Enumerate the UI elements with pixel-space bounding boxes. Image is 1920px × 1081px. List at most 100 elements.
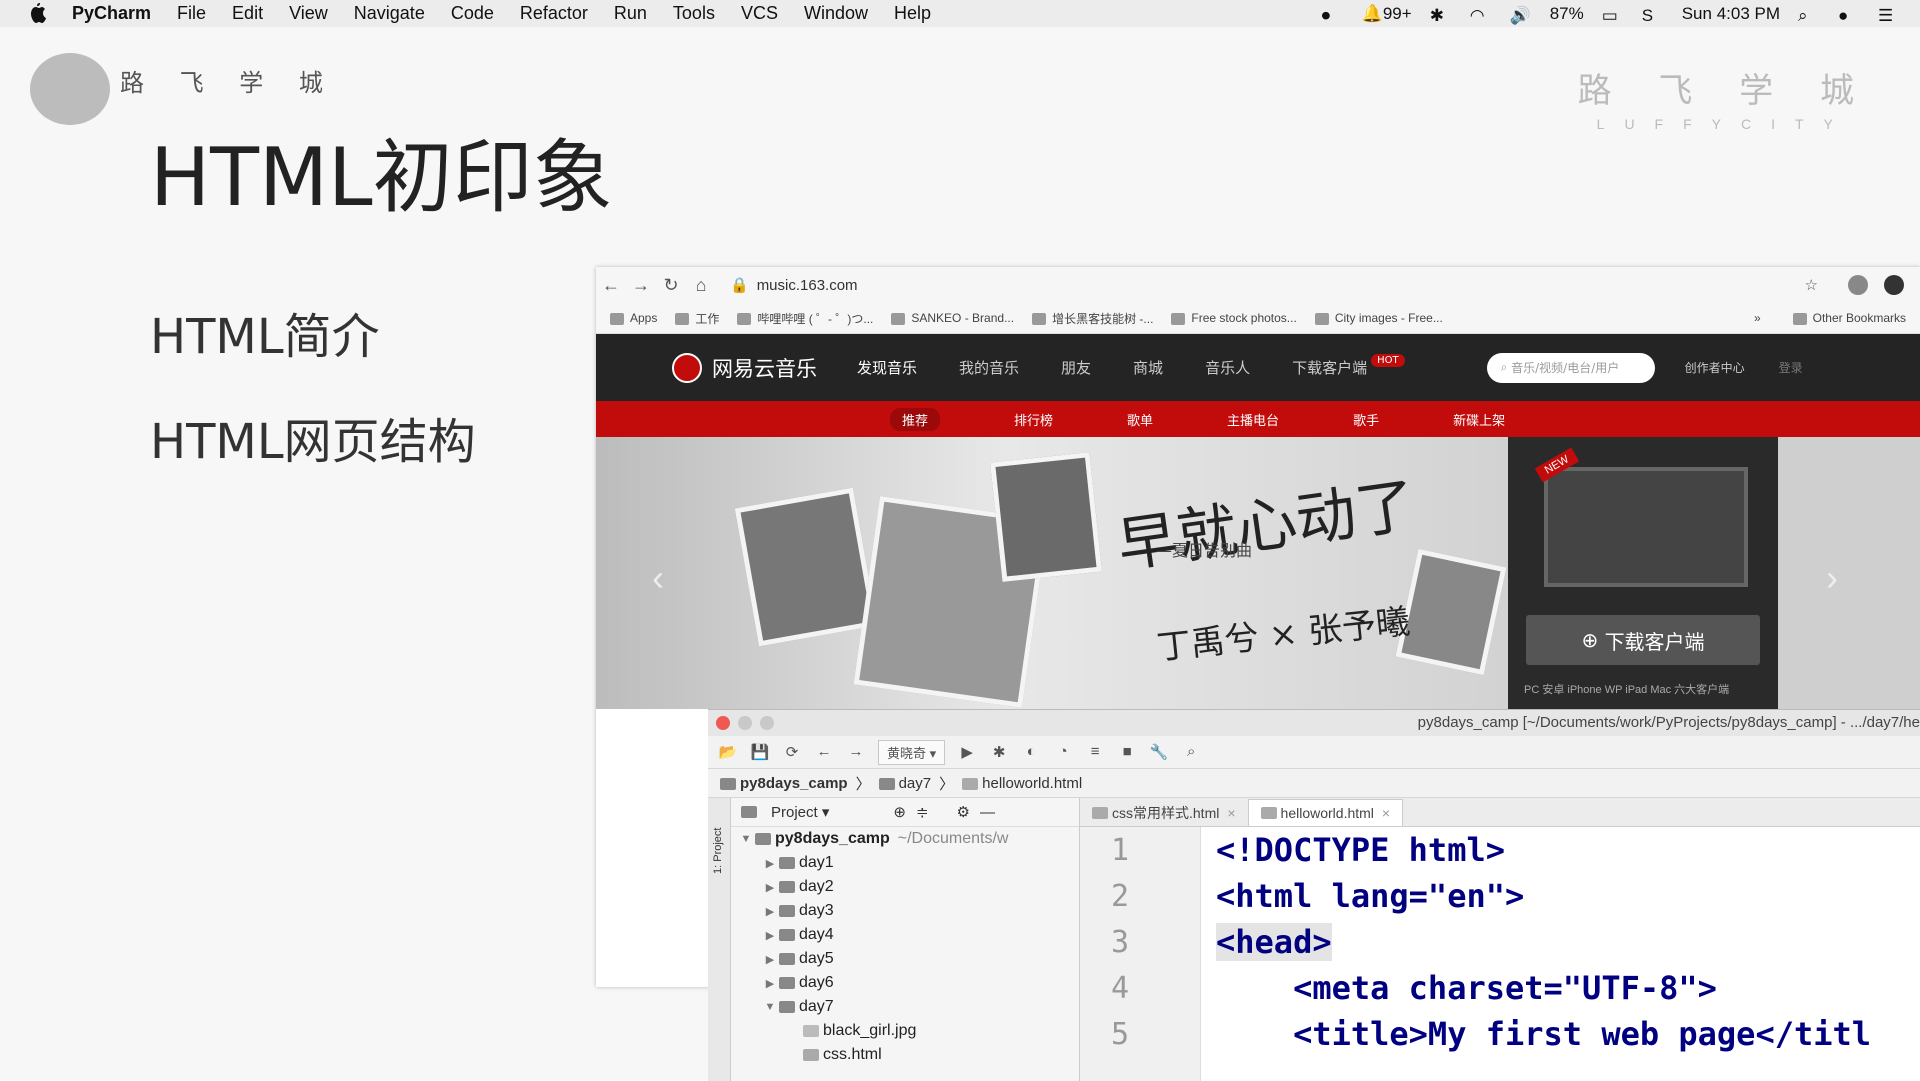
download-client-button[interactable]: ⊕ 下载客户端 [1526, 615, 1760, 665]
collapsed-arrow-icon[interactable]: ▶ [761, 857, 779, 870]
save-icon[interactable]: 💾 [750, 743, 770, 761]
stop-icon[interactable]: ■ [1117, 743, 1137, 761]
tree-row-day2[interactable]: ▶ day2 [731, 875, 1079, 899]
back-icon[interactable]: ← [596, 275, 626, 296]
battery-percent[interactable]: 87% [1550, 4, 1584, 24]
volume-icon[interactable]: 🔊 [1510, 6, 1532, 25]
creator-center-link[interactable]: 创作者中心 [1685, 359, 1745, 376]
site-search-input[interactable]: ⌕ 音乐/视频/电台/用户 [1486, 352, 1655, 383]
expanded-arrow-icon[interactable]: ▼ [761, 1001, 779, 1013]
breadcrumb-day7[interactable]: day7 [878, 775, 931, 792]
menu-tools[interactable]: Tools [673, 3, 715, 24]
debug-icon[interactable]: ✱ [989, 743, 1009, 761]
menu-navigate[interactable]: Navigate [354, 3, 425, 24]
menu-vcs[interactable]: VCS [741, 3, 778, 24]
other-bookmarks[interactable]: Other Bookmarks [1792, 311, 1906, 325]
menu-app-name[interactable]: PyCharm [72, 3, 151, 24]
tree-row-black-girl-jpg[interactable]: black_girl.jpg [731, 1019, 1079, 1043]
sync-icon[interactable]: ⟳ [782, 743, 802, 761]
menu-view[interactable]: View [289, 3, 328, 24]
subnav-recommend[interactable]: 推荐 [890, 407, 941, 431]
menu-refactor[interactable]: Refactor [520, 3, 588, 24]
nav-my-music[interactable]: 我的音乐 [959, 357, 1019, 378]
forward-icon[interactable]: → [846, 743, 866, 761]
apple-logo-icon[interactable] [28, 2, 48, 25]
menu-file[interactable]: File [177, 3, 206, 24]
bookmark-sankeo[interactable]: SANKEO - Brand... [891, 311, 1014, 325]
bookmark-work[interactable]: 工作 [675, 310, 719, 327]
wifi-icon[interactable]: ◠ [1470, 6, 1492, 25]
profile-icon[interactable] [1848, 275, 1868, 295]
login-link[interactable]: 登录 [1779, 359, 1803, 376]
menu-help[interactable]: Help [894, 3, 931, 24]
hero-banner[interactable]: 早就心动了 —夏日告别曲 丁禹兮 × 张予曦 ‹ NEW ⊕ 下载客户端 PC … [596, 437, 1920, 709]
bookmark-apps[interactable]: Apps [610, 311, 657, 325]
menu-window[interactable]: Window [804, 3, 868, 24]
subnav-playlists[interactable]: 歌单 [1127, 410, 1153, 429]
collapsed-arrow-icon[interactable]: ▶ [761, 977, 779, 990]
breadcrumb-project[interactable]: py8days_camp [720, 775, 848, 792]
reload-icon[interactable]: ↻ [656, 275, 686, 296]
zoom-window-button[interactable] [760, 716, 774, 730]
code-editor[interactable]: css常用样式.html × helloworld.html × 1 <!DOCTY… [1080, 798, 1920, 1081]
menu-icon[interactable] [1884, 275, 1904, 295]
banner-next-icon[interactable]: › [1826, 557, 1838, 599]
locate-file-icon[interactable]: ⊕ [893, 803, 906, 821]
collapsed-arrow-icon[interactable]: ▶ [761, 953, 779, 966]
settings-wrench-icon[interactable]: 🔧 [1149, 743, 1169, 761]
subnav-radio[interactable]: 主播电台 [1227, 410, 1279, 429]
subnav-charts[interactable]: 排行榜 [1014, 410, 1053, 429]
notification-icon[interactable]: 🔔99+ [1362, 4, 1412, 24]
bluetooth-icon[interactable]: ✱ [1430, 6, 1452, 25]
url-field[interactable]: music.163.com [757, 277, 1805, 294]
bookmark-free-stock[interactable]: Free stock photos... [1171, 311, 1297, 325]
bookmark-city-images[interactable]: City images - Free... [1314, 311, 1443, 325]
nav-discover-music[interactable]: 发现音乐 [857, 357, 917, 378]
screen-record-icon[interactable]: ⏺ [1322, 6, 1344, 25]
tab-helloworld[interactable]: helloworld.html × [1247, 799, 1404, 826]
nav-download-client[interactable]: 下载客户端 HOT [1292, 354, 1405, 378]
bookmark-star-icon[interactable]: ☆ [1805, 276, 1818, 294]
nav-friends[interactable]: 朋友 [1061, 357, 1091, 378]
close-tab-icon[interactable]: × [1227, 805, 1235, 821]
banner-prev-icon[interactable]: ‹ [652, 557, 664, 599]
user-avatar-icon[interactable]: ● [1838, 6, 1860, 25]
back-icon[interactable]: ← [814, 743, 834, 761]
tree-row-day3[interactable]: ▶ day3 [731, 899, 1079, 923]
close-window-button[interactable] [716, 716, 730, 730]
tab-css-styles[interactable]: css常用样式.html × [1080, 800, 1248, 826]
home-icon[interactable]: ⌂ [686, 275, 716, 296]
collapsed-arrow-icon[interactable]: ▶ [761, 929, 779, 942]
hide-panel-icon[interactable]: — [980, 804, 995, 821]
coverage-icon[interactable]: ◐ [1021, 743, 1041, 761]
bookmark-growth-hacker[interactable]: 增长黑客技能树 -... [1032, 310, 1153, 327]
subnav-new-albums[interactable]: 新碟上架 [1453, 410, 1505, 429]
project-view-select[interactable]: Project ▾ [771, 803, 829, 821]
bookmark-bilibili[interactable]: 哔哩哔哩 ( ゜- ゜)つ... [737, 310, 873, 327]
close-tab-icon[interactable]: × [1382, 805, 1390, 821]
nav-musicians[interactable]: 音乐人 [1205, 357, 1250, 378]
tree-row-day4[interactable]: ▶ day4 [731, 923, 1079, 947]
profile-icon[interactable]: ◔ [1053, 743, 1073, 761]
open-folder-icon[interactable]: 📂 [718, 743, 738, 761]
concurrency-icon[interactable]: ≡ [1085, 743, 1105, 761]
menu-code[interactable]: Code [451, 3, 494, 24]
collapsed-arrow-icon[interactable]: ▶ [761, 881, 779, 894]
site-logo[interactable]: 网易云音乐 [672, 352, 817, 383]
control-center-icon[interactable]: ☰ [1878, 6, 1900, 25]
nav-store[interactable]: 商城 [1133, 357, 1163, 378]
spotlight-search-icon[interactable]: ⌕ [1798, 6, 1820, 25]
tree-row-day6[interactable]: ▶ day6 [731, 971, 1079, 995]
menu-edit[interactable]: Edit [232, 3, 263, 24]
search-icon[interactable]: ⌕ [1181, 743, 1201, 761]
bookmarks-more[interactable]: » [1754, 311, 1761, 325]
tree-row-day5[interactable]: ▶ day5 [731, 947, 1079, 971]
input-source-icon[interactable]: S [1642, 6, 1664, 25]
subnav-artists[interactable]: 歌手 [1353, 410, 1379, 429]
breadcrumb-file[interactable]: helloworld.html [962, 775, 1082, 792]
expanded-arrow-icon[interactable]: ▼ [737, 833, 755, 845]
tree-row-day1[interactable]: ▶ day1 [731, 851, 1079, 875]
tree-row-project-root[interactable]: ▼ py8days_camp ~/Documents/w [731, 827, 1079, 851]
project-tool-button[interactable]: 1: Project [712, 828, 724, 874]
forward-icon[interactable]: → [626, 275, 656, 296]
